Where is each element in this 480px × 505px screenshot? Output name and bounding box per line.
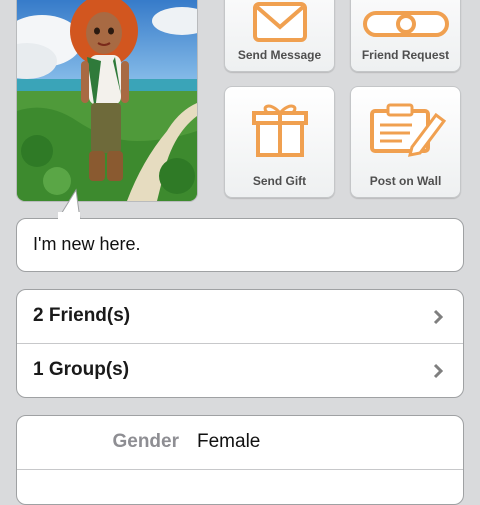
gender-label: Gender [112,431,179,452]
friends-count-label: 2 Friend(s) [33,305,131,326]
post-on-wall-label: Post on Wall [369,174,442,188]
friend-request-button[interactable]: Friend Request [350,0,461,72]
send-gift-label: Send Gift [252,174,307,188]
user-avatar-image [16,0,198,202]
envelope-icon [252,2,307,42]
send-message-button[interactable]: Send Message [224,0,335,72]
friend-request-label: Friend Request [361,48,450,62]
chevron-right-icon [433,309,443,325]
send-gift-button[interactable]: Send Gift [224,86,335,198]
bone-friendship-icon [362,11,449,37]
status-message: I'm new here. [33,234,141,254]
bubble-tail-cover [58,212,80,222]
gender-value: Female [197,431,261,452]
chevron-right-icon [433,363,443,379]
gift-box-icon [251,104,308,157]
gender-row: Gender Female [17,416,463,469]
profile-info-group: Gender Female [16,415,464,505]
info-row-empty [17,469,463,504]
groups-row[interactable]: 1 Group(s) [17,343,463,396]
groups-count-label: 1 Group(s) [33,359,130,380]
notepad-pencil-icon [369,103,446,157]
post-on-wall-button[interactable]: Post on Wall [350,86,461,198]
status-speech-bubble: I'm new here. [16,218,464,272]
send-message-label: Send Message [237,48,322,62]
friends-row[interactable]: 2 Friend(s) [17,290,463,343]
connections-group: 2 Friend(s) 1 Group(s) [16,289,464,398]
